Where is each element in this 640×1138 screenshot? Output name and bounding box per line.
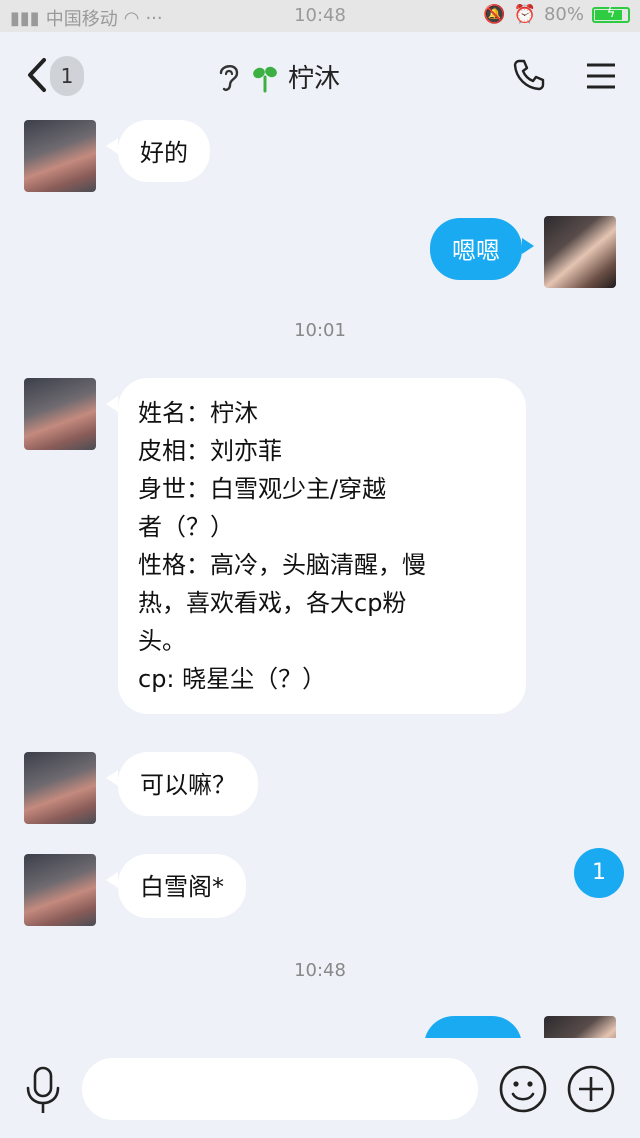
message-input[interactable]	[82, 1058, 478, 1120]
profile-line: 皮相：刘亦菲	[138, 437, 282, 465]
battery-icon: ϟ	[592, 6, 630, 23]
mic-icon[interactable]	[24, 1066, 62, 1116]
contact-avatar[interactable]	[24, 854, 96, 926]
contact-avatar[interactable]	[24, 378, 96, 450]
message-list[interactable]: 好的 嗯嗯 10:01 姓名：柠沐 皮相：刘亦菲 身世：白雪观少主/穿越 者（？…	[0, 120, 640, 1038]
message-bubble[interactable]: 可以嘛？	[118, 752, 258, 816]
profile-line: 头。	[138, 627, 186, 655]
my-avatar[interactable]	[544, 216, 616, 288]
chat-title: 柠沐	[288, 64, 341, 94]
status-right: 🔕 ⏰ 80% ϟ	[483, 4, 630, 25]
chat-header: 1 柠沐	[0, 32, 640, 120]
ear-icon[interactable]	[216, 61, 242, 93]
emoji-icon[interactable]	[498, 1064, 548, 1114]
message-bubble[interactable]: 嗯嗯	[430, 218, 522, 280]
message-timestamp: 10:01	[294, 320, 346, 341]
profile-line: 热，喜欢看戏，各大cp粉	[138, 589, 407, 617]
profile-line: 姓名：柠沐	[138, 399, 258, 427]
new-message-badge[interactable]: 1	[574, 848, 624, 898]
message-timestamp: 10:48	[294, 960, 346, 981]
plus-icon[interactable]	[566, 1064, 616, 1114]
message-text: 好的	[140, 139, 188, 167]
title-group[interactable]: 柠沐	[216, 58, 340, 95]
profile-line: cp: 晓星尘（？）	[138, 665, 327, 693]
profile-line: 性格：高冷，头脑清醒，慢	[138, 551, 426, 579]
back-unread-badge[interactable]: 1	[50, 56, 84, 96]
sprout-icon	[253, 66, 277, 92]
my-avatar[interactable]	[544, 1016, 616, 1038]
profile-line: 者（？）	[138, 513, 234, 541]
contact-avatar[interactable]	[24, 120, 96, 192]
status-bar: ▮▮▮ 中国移动 ◠ ··· 10:48 🔕 ⏰ 80% ϟ	[0, 0, 640, 32]
message-bubble[interactable]: 姓名：柠沐 皮相：刘亦菲 身世：白雪观少主/穿越 者（？） 性格：高冷，头脑清醒…	[118, 378, 526, 714]
input-bar	[0, 1038, 640, 1138]
menu-icon[interactable]	[586, 62, 616, 90]
back-arrow-icon[interactable]	[24, 56, 48, 100]
message-bubble[interactable]: 白雪阁*	[118, 854, 246, 918]
battery-percent: 80%	[543, 4, 584, 25]
message-text: 可以嘛？	[140, 771, 236, 799]
message-text: 嗯嗯	[452, 237, 500, 265]
message-bubble[interactable]: 好的	[118, 120, 210, 182]
message-text: 白雪阁*	[140, 873, 224, 901]
contact-avatar[interactable]	[24, 752, 96, 824]
alarm-icon: ⏰	[513, 4, 536, 25]
message-bubble[interactable]	[424, 1016, 522, 1038]
mute-bell-icon: 🔕	[483, 4, 506, 25]
phone-icon[interactable]	[512, 58, 546, 92]
profile-line: 身世：白雪观少主/穿越	[138, 475, 387, 503]
